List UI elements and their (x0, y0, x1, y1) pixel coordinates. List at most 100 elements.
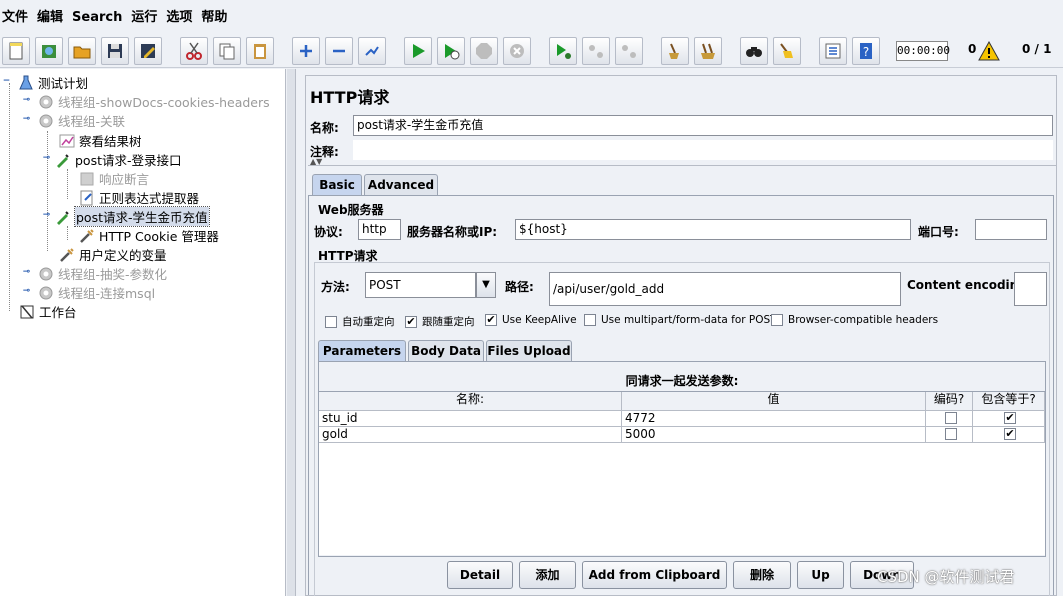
param-encode-cell[interactable] (926, 411, 973, 427)
tab-advanced[interactable]: Advanced (364, 174, 438, 196)
follow-redirect-checkbox[interactable]: ✔ 跟随重定向 (405, 314, 475, 329)
menu-help[interactable]: 帮助 (199, 0, 234, 36)
function-helper-button[interactable] (819, 37, 847, 65)
params-caption: 同请求一起发送参数: (625, 374, 739, 388)
param-include-equals-cell[interactable]: ✔ (973, 411, 1045, 427)
cut-button[interactable] (180, 37, 208, 65)
content-encoding-field[interactable] (1014, 272, 1047, 306)
expand-icon[interactable]: ⊸ (22, 287, 31, 297)
tree-item-user-variables[interactable]: 用户定义的变量 (58, 245, 167, 264)
tree-item-thread-group[interactable]: ⊸ 线程组-关联 (22, 111, 125, 130)
param-include-equals-cell[interactable]: ✔ (973, 427, 1045, 443)
templates-icon (42, 45, 56, 58)
warning-icon[interactable] (978, 41, 1000, 61)
check-icon[interactable]: ✔ (1004, 412, 1016, 424)
tree-item-listener[interactable]: 察看结果树 (58, 131, 142, 150)
menu-search[interactable]: Search (70, 0, 129, 36)
start-no-pauses-button[interactable] (437, 37, 465, 65)
collapse-button[interactable] (325, 37, 353, 65)
reset-search-button[interactable] (773, 37, 801, 65)
menu-edit[interactable]: 编辑 (35, 0, 70, 36)
tree-item-sampler-selected[interactable]: ⊸ post请求-学生金币充值 (42, 206, 210, 227)
expand-icon[interactable]: ⊸ (22, 268, 31, 278)
collapse-arrows-icon[interactable]: ▲▼ (310, 157, 322, 166)
menu-run[interactable]: 运行 (129, 0, 164, 36)
delete-button[interactable]: 删除 (733, 561, 791, 589)
header-include-equals[interactable]: 包含等于? (973, 392, 1045, 411)
protocol-field[interactable]: http (358, 219, 401, 240)
start-button[interactable] (404, 37, 432, 65)
toggle-button[interactable] (358, 37, 386, 65)
search-button[interactable] (740, 37, 768, 65)
collapse-icon[interactable]: − (2, 77, 11, 87)
copy-button[interactable] (213, 37, 241, 65)
param-value-cell[interactable]: 5000 (622, 427, 926, 443)
param-encode-cell[interactable] (926, 427, 973, 443)
collapse-icon[interactable]: ⊸ (42, 211, 51, 221)
param-value-cell[interactable]: 4772 (622, 411, 926, 427)
tree-item-assertion[interactable]: 响应断言 (78, 169, 149, 188)
detail-button[interactable]: Detail (447, 561, 513, 589)
binoculars-icon (746, 47, 762, 57)
tree-item-extractor[interactable]: 正则表达式提取器 (78, 188, 199, 207)
save-button[interactable] (101, 37, 129, 65)
up-button[interactable]: Up (797, 561, 844, 589)
stop-button[interactable] (470, 37, 498, 65)
expand-icon[interactable]: ⊸ (22, 96, 31, 106)
menu-options[interactable]: 选项 (164, 0, 199, 36)
tree-item-test-plan[interactable]: − 测试计划 (2, 73, 88, 92)
checkbox-box[interactable] (944, 412, 957, 424)
paste-button[interactable] (246, 37, 274, 65)
keepalive-checkbox[interactable]: ✔ Use KeepAlive (485, 314, 577, 326)
path-field[interactable]: /api/user/gold_add (549, 272, 901, 306)
add-from-clipboard-button[interactable]: Add from Clipboard (582, 561, 727, 589)
add-button[interactable]: 添加 (519, 561, 576, 589)
host-field[interactable]: ${host} (515, 219, 911, 240)
expand-button[interactable] (292, 37, 320, 65)
checkbox-box[interactable] (944, 428, 957, 440)
collapse-icon[interactable]: ⊸ (42, 154, 51, 164)
header-encode[interactable]: 编码? (926, 392, 973, 411)
remote-shutdown-button[interactable] (615, 37, 643, 65)
shutdown-button[interactable] (503, 37, 531, 65)
open-button[interactable] (68, 37, 96, 65)
tab-parameters[interactable]: Parameters (318, 340, 406, 362)
tree-item-thread-group[interactable]: ⊸ 线程组-连接msql (22, 283, 155, 302)
remote-start-button[interactable] (549, 37, 577, 65)
check-icon[interactable]: ✔ (1004, 428, 1016, 440)
new-button[interactable] (2, 37, 30, 65)
comment-field[interactable] (353, 140, 1053, 160)
tree-item-thread-group[interactable]: ⊸ 线程组-showDocs-cookies-headers (22, 92, 270, 111)
auto-redirect-checkbox[interactable]: 自动重定向 (325, 314, 395, 329)
collapse-icon[interactable]: ⊸ (22, 115, 31, 125)
tree-item-sampler[interactable]: ⊸ post请求-登录接口 (42, 150, 182, 169)
header-name[interactable]: 名称: (319, 392, 622, 411)
tree-item-cookie-manager[interactable]: HTTP Cookie 管理器 (78, 226, 219, 245)
templates-button[interactable] (35, 37, 63, 65)
clear-button[interactable] (661, 37, 689, 65)
param-name-cell[interactable]: gold (319, 427, 622, 443)
method-select[interactable]: POST (365, 272, 476, 298)
menu-file[interactable]: 文件 (0, 0, 35, 36)
panel-splitter[interactable] (287, 69, 296, 596)
param-name-cell[interactable]: stu_id (319, 411, 622, 427)
tab-files-upload[interactable]: Files Upload (486, 340, 572, 362)
save-as-button[interactable] (134, 37, 162, 65)
tab-body-data[interactable]: Body Data (408, 340, 484, 362)
clear-all-button[interactable] (694, 37, 722, 65)
tab-basic[interactable]: Basic (312, 174, 362, 196)
tree-item-thread-group[interactable]: ⊸ 线程组-抽奖-参数化 (22, 264, 167, 283)
multipart-checkbox[interactable]: Use multipart/form-data for POST (584, 314, 777, 326)
browser-compatible-checkbox[interactable]: Browser-compatible headers (771, 314, 938, 326)
tree-item-workbench[interactable]: 工作台 (18, 302, 77, 321)
name-field[interactable]: post请求-学生金币充值 (353, 115, 1053, 136)
pipette-icon (54, 208, 72, 226)
header-value[interactable]: 值 (622, 392, 926, 411)
port-field[interactable] (975, 219, 1047, 240)
chevron-down-icon[interactable]: ▼ (476, 272, 496, 298)
web-server-title: Web服务器 (318, 203, 384, 217)
help-button[interactable]: ? (852, 37, 880, 65)
path-label: 路径: (505, 280, 534, 294)
remote-stop-button[interactable] (582, 37, 610, 65)
section-divider[interactable]: ▲▼ (308, 157, 1056, 166)
